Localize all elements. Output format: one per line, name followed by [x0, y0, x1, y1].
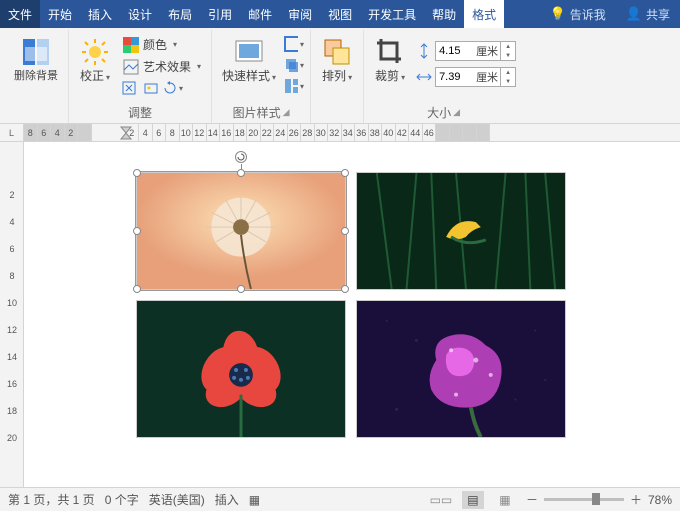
tab-file[interactable]: 文件	[0, 0, 40, 28]
tab-references[interactable]: 引用	[200, 0, 240, 28]
tell-me[interactable]: 💡告诉我	[540, 0, 616, 28]
height-up[interactable]: ▲	[501, 42, 515, 51]
width-icon	[415, 68, 433, 86]
group-picture-styles: 快速样式▾ ▾ ▾ ▾ 图片样式◢	[212, 30, 311, 123]
tab-view[interactable]: 视图	[320, 0, 360, 28]
change-picture-button[interactable]	[141, 78, 161, 98]
zoom-slider[interactable]	[544, 498, 624, 501]
group-arrange: 排列▾	[311, 30, 364, 123]
ribbon: 删除背景 校正▾ 颜色▾ 艺术效果▾ ▾ 调整	[0, 28, 680, 124]
resize-handle-sw[interactable]	[133, 285, 141, 293]
resize-handle-w[interactable]	[133, 227, 141, 235]
tab-review[interactable]: 审阅	[280, 0, 320, 28]
tab-help[interactable]: 帮助	[424, 0, 464, 28]
print-layout-button[interactable]: ▤	[462, 491, 484, 509]
bulb-icon: 💡	[550, 6, 566, 22]
corrections-button[interactable]: 校正▾	[75, 34, 115, 85]
tab-design[interactable]: 设计	[120, 0, 160, 28]
arrange-button[interactable]: 排列▾	[317, 34, 357, 85]
height-input[interactable]	[436, 45, 476, 57]
group-label-size: 大小	[427, 104, 451, 121]
status-page[interactable]: 第 1 页，共 1 页	[8, 491, 95, 508]
picture-4[interactable]	[356, 300, 566, 438]
compress-pictures-button[interactable]	[119, 78, 139, 98]
ruler-corner: L	[0, 124, 24, 142]
reset-picture-button[interactable]: ▾	[163, 78, 183, 98]
artistic-effects-button[interactable]: 艺术效果▾	[119, 56, 205, 77]
arrange-icon	[321, 36, 353, 68]
width-input[interactable]	[436, 71, 476, 83]
web-layout-button[interactable]: ▦	[494, 491, 516, 509]
status-words[interactable]: 0 个字	[105, 491, 139, 508]
tab-home[interactable]: 开始	[40, 0, 80, 28]
tab-insert[interactable]: 插入	[80, 0, 120, 28]
crop-icon	[374, 36, 406, 68]
picture-layout-button[interactable]: ▾	[284, 76, 304, 96]
group-adjust: 校正▾ 颜色▾ 艺术效果▾ ▾ 调整	[69, 30, 212, 123]
picture-3[interactable]	[136, 300, 346, 438]
picture-1-selected[interactable]	[136, 172, 346, 290]
artistic-icon	[123, 59, 139, 75]
width-down[interactable]: ▼	[501, 77, 515, 86]
resize-handle-s[interactable]	[237, 285, 245, 293]
horizontal-ruler[interactable]: L 86422468101214161820222426283032343638…	[0, 124, 680, 142]
resize-handle-se[interactable]	[341, 285, 349, 293]
zoom-out-button[interactable]: －	[526, 491, 538, 508]
tab-layout[interactable]: 布局	[160, 0, 200, 28]
read-mode-button[interactable]: ▭▭	[430, 491, 452, 509]
zoom-in-button[interactable]: ＋	[630, 491, 642, 508]
group-remove-bg: 删除背景	[4, 30, 69, 123]
picture-effects-button[interactable]: ▾	[284, 55, 304, 75]
width-field: 厘米 ▲▼	[414, 66, 517, 88]
remove-background-button[interactable]: 删除背景	[10, 34, 62, 84]
status-mode[interactable]: 插入	[215, 491, 239, 508]
sun-icon	[79, 36, 111, 68]
color-icon	[123, 37, 139, 53]
resize-handle-nw[interactable]	[133, 169, 141, 177]
vertical-ruler[interactable]: 2468101214161820	[0, 142, 24, 487]
group-size: 裁剪▾ 厘米 ▲▼ 厘米 ▲▼	[364, 30, 523, 123]
status-bar: 第 1 页，共 1 页 0 个字 英语(美国) 插入 ▦ ▭▭ ▤ ▦ － ＋ …	[0, 487, 680, 511]
height-down[interactable]: ▼	[501, 51, 515, 60]
resize-handle-n[interactable]	[237, 169, 245, 177]
height-icon	[415, 42, 433, 60]
height-field: 厘米 ▲▼	[414, 40, 517, 62]
quick-styles-icon	[233, 36, 265, 68]
picture-border-button[interactable]: ▾	[284, 34, 304, 54]
zoom-level[interactable]: 78%	[648, 493, 672, 507]
tab-developer[interactable]: 开发工具	[360, 0, 424, 28]
crop-button[interactable]: 裁剪▾	[370, 34, 410, 85]
rotate-handle[interactable]	[235, 151, 247, 163]
share-button[interactable]: 👤共享	[616, 0, 680, 28]
person-icon: 👤	[626, 6, 642, 22]
tab-mailings[interactable]: 邮件	[240, 0, 280, 28]
status-language[interactable]: 英语(美国)	[149, 491, 205, 508]
group-label-styles: 图片样式	[233, 104, 281, 121]
tab-format[interactable]: 格式	[464, 0, 504, 28]
styles-dialog-launcher[interactable]: ◢	[283, 107, 290, 118]
resize-handle-e[interactable]	[341, 227, 349, 235]
size-dialog-launcher[interactable]: ◢	[453, 107, 460, 118]
macro-icon[interactable]: ▦	[249, 493, 260, 507]
work-area: L 86422468101214161820222426283032343638…	[0, 124, 680, 487]
picture-2[interactable]	[356, 172, 566, 290]
width-up[interactable]: ▲	[501, 68, 515, 77]
document-page[interactable]	[24, 142, 680, 487]
quick-styles-button[interactable]: 快速样式▾	[218, 34, 280, 85]
color-button[interactable]: 颜色▾	[119, 34, 205, 55]
group-label-adjust: 调整	[128, 104, 152, 121]
remove-bg-icon	[20, 36, 52, 68]
tab-bar: 文件 开始 插入 设计 布局 引用 邮件 审阅 视图 开发工具 帮助 格式 💡告…	[0, 0, 680, 28]
resize-handle-ne[interactable]	[341, 169, 349, 177]
